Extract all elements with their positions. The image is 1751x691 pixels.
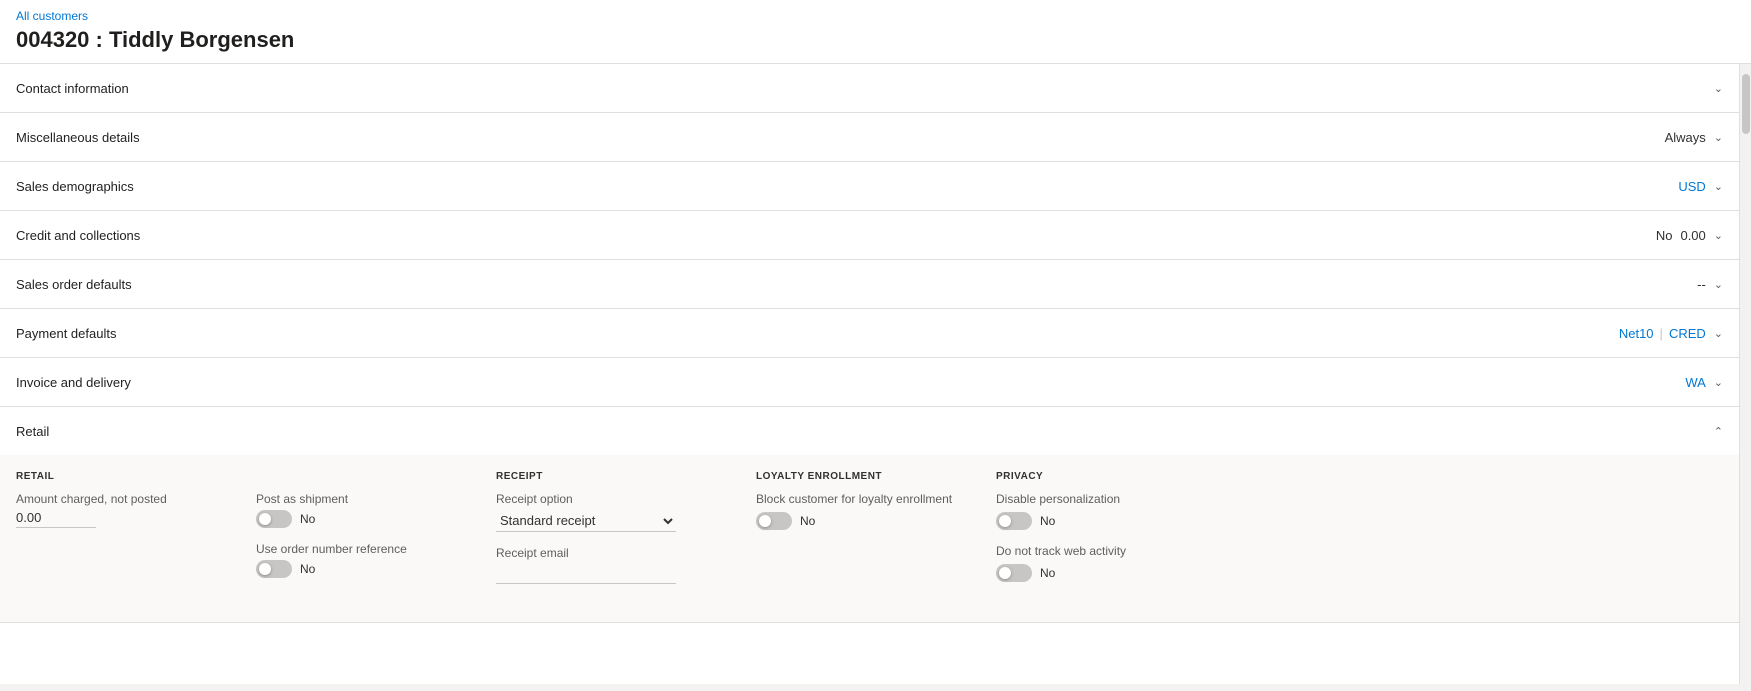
- receipt-col-label: RECEIPT: [496, 471, 724, 482]
- use-order-ref-toggle-row: No: [256, 560, 464, 578]
- section-contact-information[interactable]: Contact information ⌄: [0, 64, 1739, 113]
- section-label-credit: Credit and collections: [16, 228, 140, 243]
- sales-demo-value: USD: [1678, 179, 1705, 194]
- receipt-email-label: Receipt email: [496, 546, 724, 560]
- section-right-payment: Net10 | CRED ⌄: [1619, 326, 1723, 341]
- section-right-retail: ⌃: [1714, 425, 1723, 438]
- do-not-track-value: No: [1040, 566, 1055, 580]
- retail-col-retail: RETAIL Amount charged, not posted 0.00: [16, 471, 256, 598]
- payment-value-pair: Net10 | CRED: [1619, 326, 1706, 341]
- section-label-invoice: Invoice and delivery: [16, 375, 131, 390]
- block-loyalty-label: Block customer for loyalty enrollment: [756, 492, 964, 506]
- block-loyalty-toggle-row: No: [756, 512, 964, 530]
- do-not-track-knob: [999, 567, 1011, 579]
- section-right-invoice: WA ⌄: [1685, 375, 1723, 390]
- section-label-sales-order: Sales order defaults: [16, 277, 132, 292]
- use-order-ref-knob: [259, 563, 271, 575]
- breadcrumb[interactable]: All customers: [16, 9, 88, 23]
- section-label-contact: Contact information: [16, 81, 129, 96]
- receipt-option-group: Receipt option Standard receipt: [496, 492, 724, 532]
- retail-col-privacy: PRIVACY Disable personalization No Do no…: [996, 471, 1236, 598]
- section-right-misc: Always ⌄: [1665, 130, 1723, 145]
- amount-field-group: Amount charged, not posted 0.00: [16, 492, 224, 528]
- chevron-down-icon-invoice: ⌄: [1714, 376, 1723, 389]
- main-content: Contact information ⌄ Miscellaneous deta…: [0, 64, 1739, 684]
- disable-personalization-knob: [999, 515, 1011, 527]
- chevron-down-icon-credit: ⌄: [1714, 229, 1723, 242]
- payment-value2: CRED: [1669, 326, 1706, 341]
- section-miscellaneous-details[interactable]: Miscellaneous details Always ⌄: [0, 113, 1739, 162]
- do-not-track-toggle-row: No: [996, 564, 1204, 582]
- section-invoice-delivery[interactable]: Invoice and delivery WA ⌄: [0, 358, 1739, 407]
- section-right-sales-demo: USD ⌄: [1678, 179, 1723, 194]
- section-label-sales-demo: Sales demographics: [16, 179, 134, 194]
- page-wrapper: All customers 004320 : Tiddly Borgensen …: [0, 0, 1751, 684]
- chevron-down-icon-misc: ⌄: [1714, 131, 1723, 144]
- amount-label: Amount charged, not posted: [16, 492, 224, 506]
- section-right-contact: ⌄: [1714, 82, 1723, 95]
- section-payment-defaults[interactable]: Payment defaults Net10 | CRED ⌄: [0, 309, 1739, 358]
- payment-divider: |: [1660, 326, 1663, 341]
- post-shipment-toggle[interactable]: [256, 510, 292, 528]
- disable-personalization-toggle[interactable]: [996, 512, 1032, 530]
- receipt-email-group: Receipt email: [496, 546, 724, 584]
- retail-body: RETAIL Amount charged, not posted 0.00 P…: [0, 455, 1739, 622]
- receipt-option-select[interactable]: Standard receipt: [496, 510, 676, 532]
- shipment-col-spacer: [256, 471, 464, 482]
- section-sales-order-defaults[interactable]: Sales order defaults -- ⌄: [0, 260, 1739, 309]
- misc-value: Always: [1665, 130, 1706, 145]
- block-loyalty-value: No: [800, 514, 815, 528]
- receipt-email-input[interactable]: [496, 564, 676, 584]
- use-order-ref-label: Use order number reference: [256, 542, 464, 556]
- amount-value: 0.00: [16, 510, 96, 528]
- invoice-value: WA: [1685, 375, 1705, 390]
- scrollbar-thumb[interactable]: [1742, 74, 1750, 134]
- chevron-down-icon-sales-demo: ⌄: [1714, 180, 1723, 193]
- use-order-ref-value: No: [300, 562, 315, 576]
- post-shipment-knob: [259, 513, 271, 525]
- block-loyalty-toggle[interactable]: [756, 512, 792, 530]
- credit-value2: 0.00: [1680, 228, 1705, 243]
- loyalty-col-label: LOYALTY ENROLLMENT: [756, 471, 964, 482]
- post-shipment-toggle-row: No: [256, 510, 464, 528]
- post-shipment-value: No: [300, 512, 315, 526]
- use-order-ref-toggle[interactable]: [256, 560, 292, 578]
- disable-personalization-toggle-row: No: [996, 512, 1204, 530]
- retail-col-receipt: RECEIPT Receipt option Standard receipt …: [496, 471, 756, 598]
- post-shipment-label: Post as shipment: [256, 492, 464, 506]
- credit-value1: No: [1656, 228, 1673, 243]
- privacy-col-label: PRIVACY: [996, 471, 1204, 482]
- section-label-retail: Retail: [16, 424, 49, 439]
- retail-col-loyalty: LOYALTY ENROLLMENT Block customer for lo…: [756, 471, 996, 598]
- chevron-down-icon-contact: ⌄: [1714, 82, 1723, 95]
- header: All customers 004320 : Tiddly Borgensen: [0, 0, 1751, 64]
- section-right-credit: No 0.00 ⌄: [1656, 228, 1723, 243]
- section-retail: Retail ⌃ RETAIL Amount charged, not post…: [0, 407, 1739, 623]
- retail-col-label: RETAIL: [16, 471, 224, 482]
- section-right-sales-order: -- ⌄: [1697, 277, 1723, 292]
- block-loyalty-knob: [759, 515, 771, 527]
- disable-personalization-label: Disable personalization: [996, 492, 1204, 506]
- do-not-track-label: Do not track web activity: [996, 544, 1204, 558]
- chevron-down-icon-payment: ⌄: [1714, 327, 1723, 340]
- payment-value1: Net10: [1619, 326, 1654, 341]
- scrollbar-track[interactable]: [1739, 64, 1751, 684]
- disable-personalization-value: No: [1040, 514, 1055, 528]
- section-label-misc: Miscellaneous details: [16, 130, 140, 145]
- receipt-option-label: Receipt option: [496, 492, 724, 506]
- do-not-track-toggle[interactable]: [996, 564, 1032, 582]
- chevron-down-icon-sales-order: ⌄: [1714, 278, 1723, 291]
- sales-order-value: --: [1697, 277, 1706, 292]
- section-credit-collections[interactable]: Credit and collections No 0.00 ⌄: [0, 211, 1739, 260]
- chevron-up-icon-retail: ⌃: [1714, 425, 1723, 438]
- page-title: 004320 : Tiddly Borgensen: [16, 27, 1735, 53]
- content-area: Contact information ⌄ Miscellaneous deta…: [0, 64, 1751, 684]
- section-retail-header[interactable]: Retail ⌃: [0, 407, 1739, 455]
- section-label-payment: Payment defaults: [16, 326, 116, 341]
- section-sales-demographics[interactable]: Sales demographics USD ⌄: [0, 162, 1739, 211]
- retail-col-shipment: Post as shipment No Use order number ref…: [256, 471, 496, 598]
